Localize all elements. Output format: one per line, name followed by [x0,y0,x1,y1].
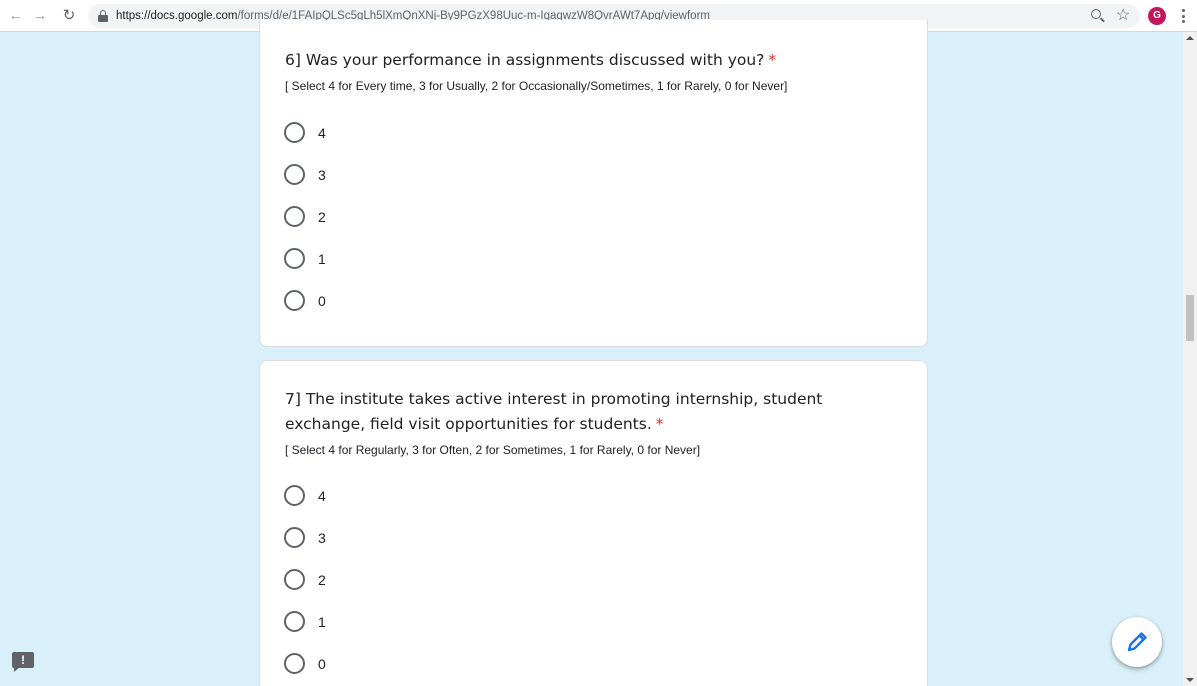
radio-option-1[interactable]: 1 [284,245,484,273]
radio-option-3[interactable]: 3 [284,524,484,552]
zoom-icon[interactable] [1090,8,1106,24]
radio-button[interactable] [284,653,305,674]
radio-option-2[interactable]: 2 [284,566,484,594]
radio-button[interactable] [284,122,305,143]
radio-option-4[interactable]: 4 [284,482,484,510]
forward-arrow-icon[interactable]: → [30,6,50,26]
radio-option-0[interactable]: 0 [284,287,484,315]
question-help-text: [ Select 4 for Every time, 3 for Usually… [285,79,788,93]
radio-option-1[interactable]: 1 [284,608,484,636]
option-label: 2 [318,572,326,588]
radio-button[interactable] [284,206,305,227]
option-label: 2 [318,209,326,225]
option-label: 0 [318,656,326,672]
lock-icon[interactable] [98,10,108,22]
radio-button[interactable] [284,485,305,506]
reload-icon[interactable]: ↻ [59,6,79,26]
radio-button[interactable] [284,164,305,185]
question-card-6: 6] Was your performance in assignments d… [259,20,928,347]
required-asterisk: * [655,415,664,433]
scroll-down-arrow-icon[interactable] [1186,678,1194,682]
option-label: 1 [318,614,326,630]
scrollbar-thumb[interactable] [1186,295,1194,341]
option-label: 4 [318,488,326,504]
radio-option-0[interactable]: 0 [284,650,484,678]
report-feedback-icon[interactable]: ! [12,652,35,672]
scroll-up-arrow-icon[interactable] [1186,36,1194,40]
radio-button[interactable] [284,290,305,311]
radio-option-3[interactable]: 3 [284,161,484,189]
back-arrow-icon[interactable]: ← [6,6,26,26]
avatar[interactable]: G [1148,7,1166,25]
pencil-icon [1127,632,1147,652]
option-label: 0 [318,293,326,309]
question-card-7: 7] The institute takes active interest i… [259,360,928,686]
bookmark-star-icon[interactable]: ☆ [1116,6,1130,26]
radio-button[interactable] [284,611,305,632]
question-help-text: [ Select 4 for Regularly, 3 for Often, 2… [285,443,701,457]
option-label: 3 [318,530,326,546]
url-host: https://docs.google.com [116,10,238,22]
question-title: 6] Was your performance in assignments d… [285,51,777,69]
vertical-scrollbar[interactable] [1183,32,1197,686]
edit-response-button[interactable] [1112,617,1162,667]
option-label: 4 [318,125,326,141]
option-label: 1 [318,251,326,267]
radio-option-2[interactable]: 2 [284,203,484,231]
radio-button[interactable] [284,248,305,269]
radio-button[interactable] [284,569,305,590]
radio-option-4[interactable]: 4 [284,119,484,147]
option-label: 3 [318,167,326,183]
radio-button[interactable] [284,527,305,548]
menu-dots-icon[interactable] [1178,8,1188,24]
question-title: 7] The institute takes active interest i… [285,390,823,433]
required-asterisk: * [768,51,777,69]
